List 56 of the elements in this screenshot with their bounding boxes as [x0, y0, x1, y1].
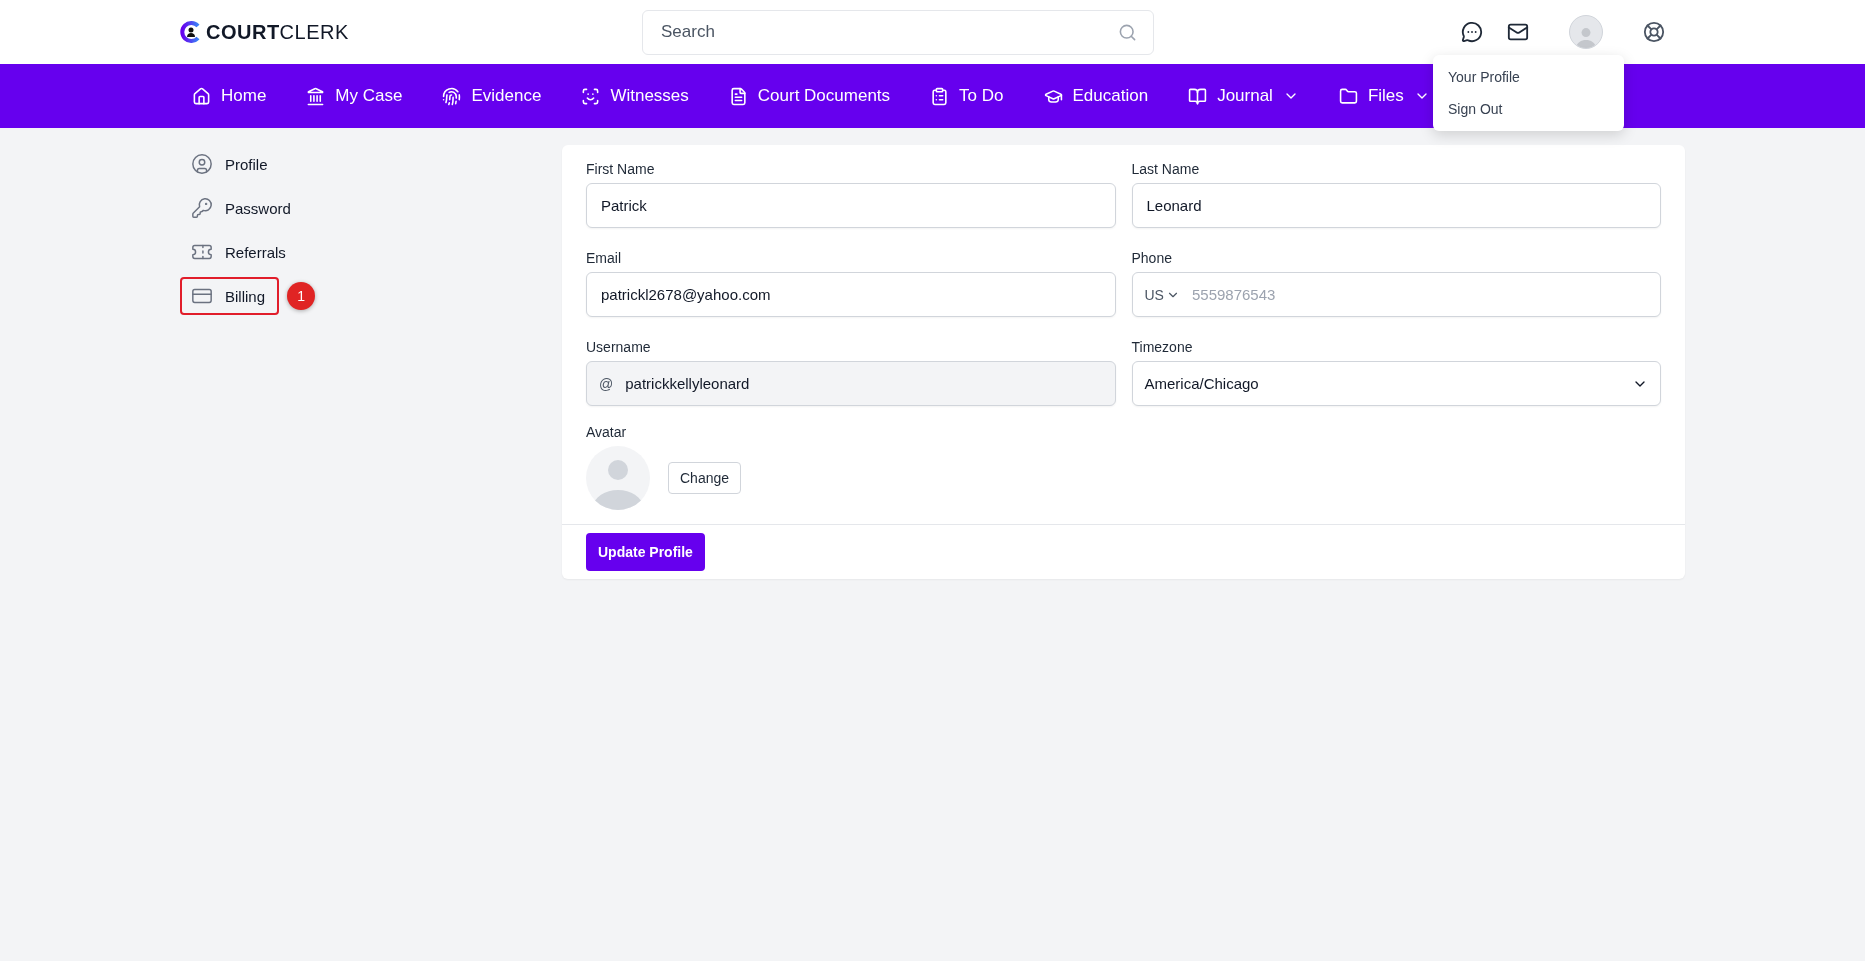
nav-link[interactable]: Education — [1043, 86, 1149, 106]
timezone-select[interactable]: America/Chicago — [1131, 361, 1661, 406]
search-icon — [1118, 22, 1137, 42]
nav-link[interactable]: Evidence — [442, 86, 542, 106]
face-scan-icon — [581, 86, 601, 106]
fingerprint-icon — [442, 86, 462, 106]
search-input[interactable]: Search — [659, 21, 1110, 43]
logo-icon — [180, 21, 202, 43]
chat-icon[interactable] — [1461, 21, 1483, 43]
text-field[interactable]: Leonard — [1131, 183, 1661, 228]
house-icon — [192, 86, 211, 106]
logo-text: COURTCLERK — [206, 20, 349, 44]
nav-link[interactable]: Files — [1338, 86, 1430, 106]
field-label: Email — [586, 250, 622, 266]
field-label: Username — [586, 339, 652, 355]
change-button[interactable]: Change — [668, 462, 742, 494]
nav-link[interactable]: To Do — [930, 86, 1004, 106]
bank-icon — [306, 86, 326, 106]
sidebar-item[interactable]: Password — [180, 189, 305, 227]
nav-link[interactable]: My Case — [306, 86, 403, 106]
field-label: Timezone — [1131, 339, 1194, 355]
sidebar-item[interactable]: Billing — [180, 277, 280, 315]
checklist-icon — [930, 86, 950, 106]
nav-link[interactable]: Court Documents — [728, 86, 891, 106]
phone-field[interactable]: US 5559876543 — [1131, 272, 1661, 317]
document-icon — [728, 86, 748, 106]
lifebuoy-icon[interactable] — [1643, 21, 1665, 43]
text-input[interactable]: Patrick — [599, 196, 1103, 215]
username-field[interactable]: @ patrickkellyleonard — [586, 361, 1116, 406]
sidebar-item[interactable]: Referrals — [180, 233, 300, 271]
text-field[interactable]: Patrick — [586, 183, 1116, 228]
field-label: Last Name — [1131, 161, 1201, 177]
book-icon — [1188, 86, 1208, 106]
country-select[interactable]: US — [1144, 286, 1180, 303]
menu-item[interactable]: Your Profile — [1433, 61, 1624, 93]
search-field[interactable]: Search — [642, 9, 1154, 55]
field-label: First Name — [586, 161, 656, 177]
text-input[interactable]: patrickl2678@yahoo.com — [599, 285, 1103, 304]
mail-icon[interactable] — [1507, 21, 1529, 43]
key-icon — [191, 197, 213, 219]
update-profile-button[interactable]: Update Profile — [586, 533, 705, 571]
at-prefix: @ — [599, 375, 614, 392]
nav-link[interactable]: Home — [192, 86, 267, 106]
annotation-marker: 1 — [287, 282, 316, 310]
nav-link[interactable]: Witnesses — [581, 86, 689, 106]
field-label: Phone — [1131, 250, 1173, 266]
sidebar-item[interactable]: Profile — [180, 145, 282, 183]
nav-link[interactable]: Journal — [1188, 86, 1299, 106]
user-circle-icon — [191, 153, 213, 175]
menu-item[interactable]: Sign Out — [1433, 93, 1624, 125]
phone-input[interactable]: 5559876543 — [1189, 285, 1648, 304]
username-input[interactable]: patrickkellyleonard — [623, 374, 1103, 393]
folder-icon — [1338, 86, 1358, 106]
field-label: Avatar — [586, 424, 628, 440]
text-input[interactable]: Leonard — [1144, 196, 1648, 215]
text-field[interactable]: patrickl2678@yahoo.com — [586, 272, 1116, 317]
